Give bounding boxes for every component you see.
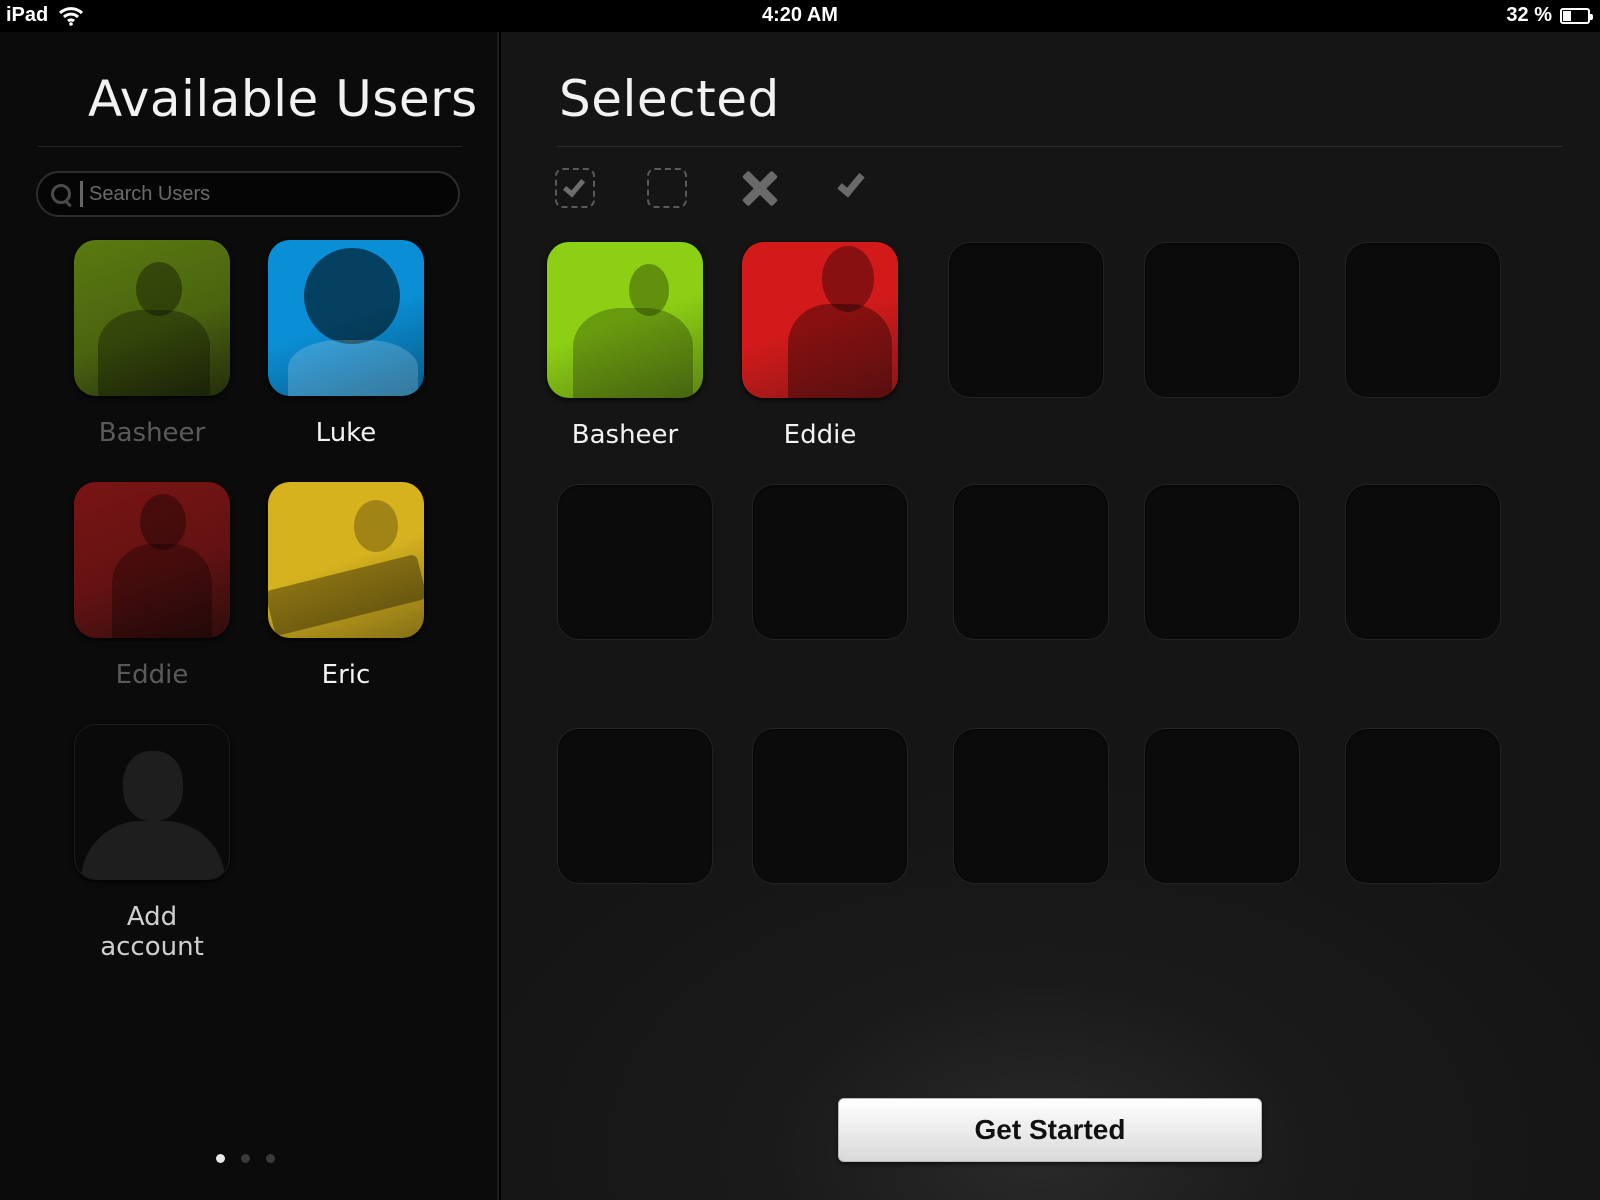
avatar-head (136, 262, 182, 316)
empty-slot[interactable] (1345, 484, 1501, 640)
user-card-basheer[interactable]: Basheer (72, 240, 232, 448)
avatar-body (98, 310, 210, 396)
avatar-body (573, 308, 693, 398)
user-name: Luke (315, 418, 377, 448)
page-indicator[interactable] (216, 1154, 275, 1163)
battery-icon (1560, 7, 1593, 24)
selected-user-eddie[interactable]: Eddie (740, 242, 900, 450)
checkmark-icon (562, 174, 586, 198)
panel-title-available: Available Users (88, 70, 478, 128)
empty-slot[interactable] (752, 728, 908, 884)
empty-slot[interactable] (953, 484, 1109, 640)
user-name: Basheer (571, 420, 679, 450)
check-icon (837, 168, 865, 198)
avatar-head (140, 494, 186, 550)
empty-slot[interactable] (953, 728, 1109, 884)
title-divider (557, 146, 1562, 147)
deselect-all-button[interactable] (647, 168, 687, 208)
avatar (268, 240, 424, 396)
selected-user-basheer[interactable]: Basheer (545, 242, 705, 450)
remove-button[interactable] (739, 168, 779, 208)
empty-slot[interactable] (1144, 728, 1300, 884)
user-card-eddie[interactable]: Eddie (72, 482, 232, 690)
add-account-label: Add account (100, 902, 204, 962)
avatar (547, 242, 703, 398)
avatar-body (288, 340, 418, 396)
empty-slot[interactable] (1345, 242, 1501, 398)
user-card-eric[interactable]: Eric (266, 482, 426, 690)
avatar (74, 240, 230, 396)
avatar-body (268, 553, 424, 637)
user-name: Eddie (783, 420, 857, 450)
select-all-icon (555, 168, 595, 208)
user-card-luke[interactable]: Luke (266, 240, 426, 448)
empty-slot[interactable] (948, 242, 1104, 398)
page-dot[interactable] (266, 1154, 275, 1163)
person-silhouette-body (81, 821, 225, 879)
search-icon (50, 183, 72, 205)
empty-slot[interactable] (557, 728, 713, 884)
available-users-panel: Available Users Basheer Luke Eddie Eric (0, 32, 499, 1200)
empty-slot[interactable] (1144, 242, 1300, 398)
avatar-body (788, 304, 892, 398)
status-right: 32 % (1506, 4, 1593, 27)
avatar (742, 242, 898, 398)
user-name: Eddie (115, 660, 189, 690)
user-name: Eric (321, 660, 371, 690)
avatar-body (112, 544, 212, 638)
avatar (268, 482, 424, 638)
avatar-head (304, 248, 400, 344)
add-account-button[interactable]: Add account (72, 724, 232, 962)
add-account-avatar (74, 724, 230, 880)
avatar-head (354, 500, 398, 552)
battery-percent: 32 % (1506, 4, 1552, 26)
wifi-icon (59, 6, 84, 26)
page-dot[interactable] (216, 1154, 225, 1163)
selection-toolbar (555, 168, 871, 208)
get-started-button[interactable]: Get Started (838, 1098, 1262, 1162)
avatar-head (822, 246, 874, 312)
avatar (74, 482, 230, 638)
empty-slot[interactable] (1144, 484, 1300, 640)
empty-slot[interactable] (557, 484, 713, 640)
search-input[interactable] (80, 181, 420, 207)
confirm-button[interactable] (831, 168, 871, 208)
empty-slot[interactable] (752, 484, 908, 640)
selected-panel: Selected Basheer Eddie (501, 32, 1600, 1200)
empty-slot[interactable] (1345, 728, 1501, 884)
title-divider (38, 146, 462, 147)
status-bar: iPad 4:20 AM 32 % (0, 0, 1600, 32)
deselect-all-icon (647, 168, 687, 208)
device-name: iPad (6, 4, 49, 26)
person-silhouette-icon (123, 751, 183, 821)
battery-fill (1563, 10, 1571, 21)
search-box[interactable] (36, 171, 460, 217)
user-name: Basheer (98, 418, 206, 448)
status-left: iPad (6, 4, 84, 27)
panel-title-selected: Selected (559, 70, 780, 128)
select-all-button[interactable] (555, 168, 595, 208)
page-dot[interactable] (241, 1154, 250, 1163)
status-time: 4:20 AM (762, 4, 838, 26)
